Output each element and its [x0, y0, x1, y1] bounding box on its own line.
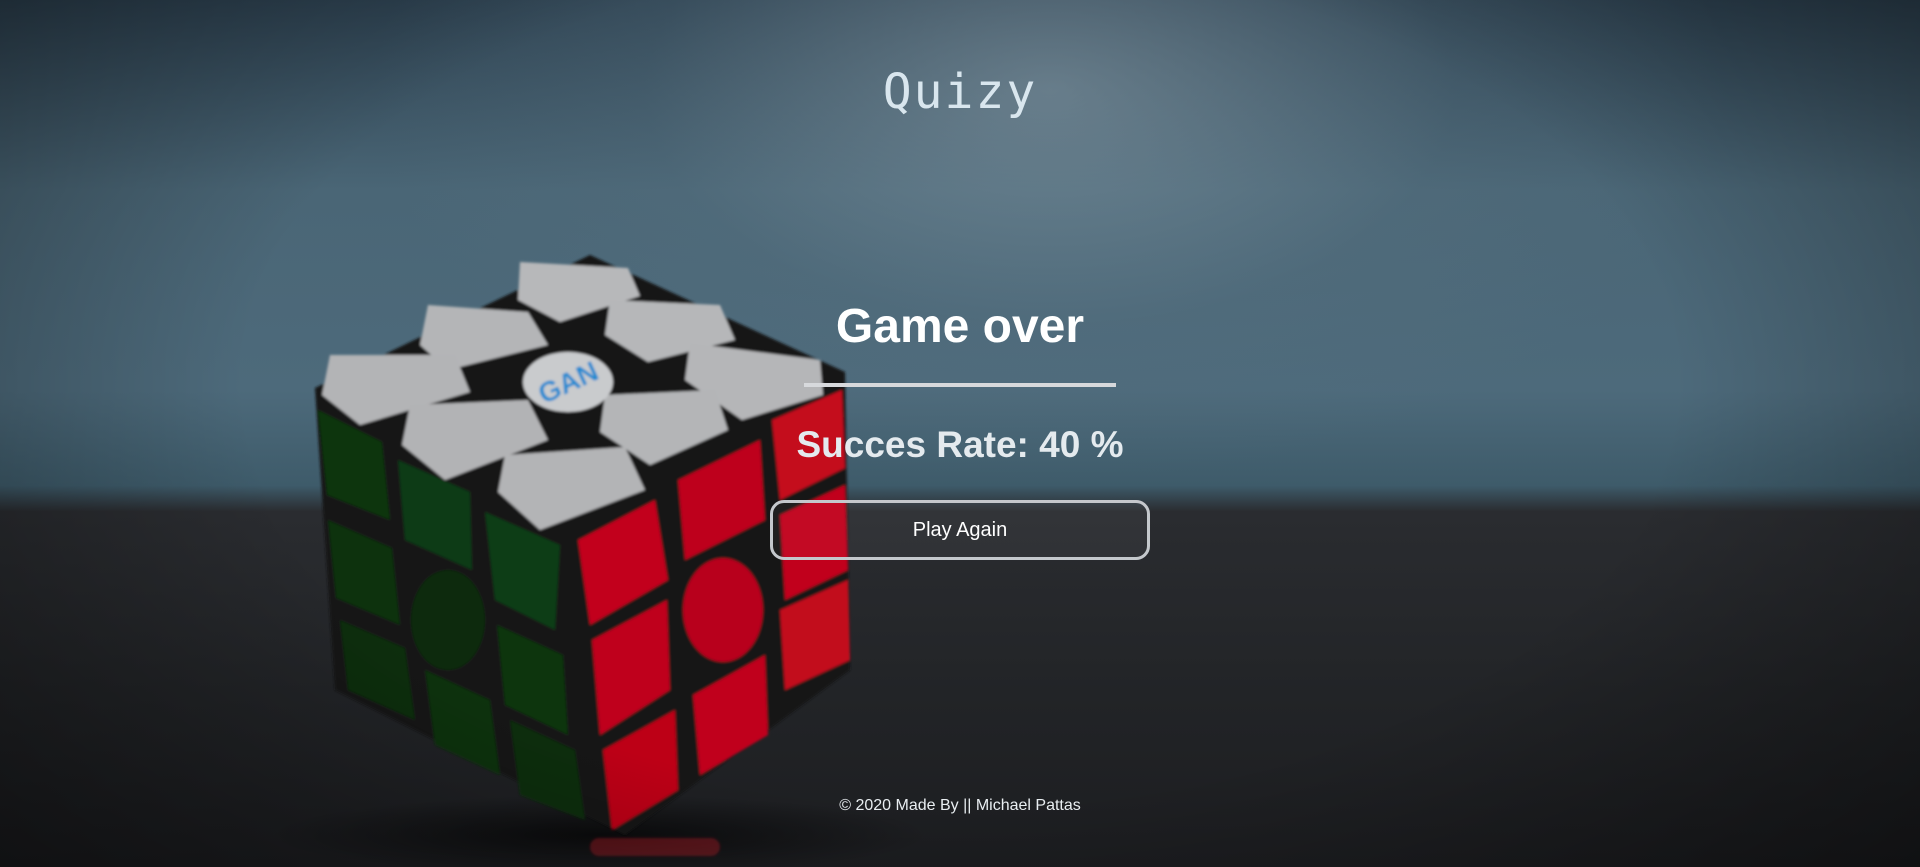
game-over-title: Game over: [835, 300, 1085, 353]
result-panel: Game over Succes Rate: 40 % Play Again: [0, 295, 1920, 560]
play-again-button[interactable]: Play Again: [770, 500, 1150, 560]
footer-copyright: © 2020 Made By || Michael Pattas: [839, 797, 1081, 814]
brand-logo[interactable]: Quizy: [0, 64, 1920, 120]
title-divider: [804, 383, 1116, 387]
quiz-result-page: GAN Quizy Game over Succes Rate: 40 % Pl…: [0, 0, 1920, 867]
success-rate-text: Succes Rate: 40 %: [796, 424, 1124, 465]
